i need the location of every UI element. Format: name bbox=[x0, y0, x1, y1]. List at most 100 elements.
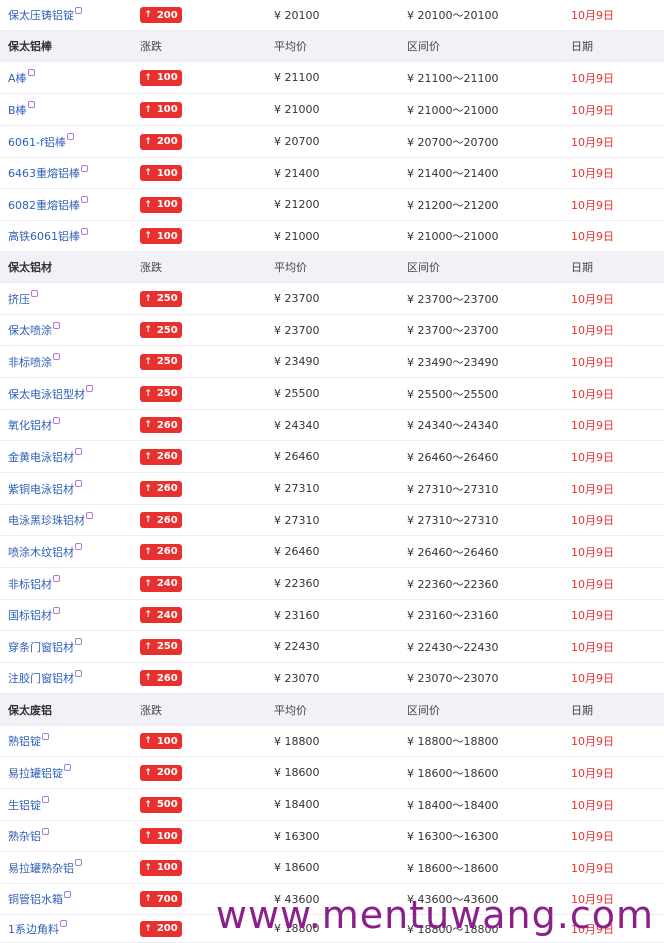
avg-column-header: 平均价 bbox=[274, 40, 307, 53]
product-name-cell[interactable]: A棒 bbox=[8, 62, 35, 93]
product-name-cell[interactable]: 注胶门窗铝材 bbox=[8, 663, 82, 693]
product-link[interactable]: 注胶门窗铝材 bbox=[8, 670, 74, 686]
product-name-cell[interactable]: 1系边角料 bbox=[8, 915, 67, 942]
product-name-cell[interactable]: 保太电泳铝型材 bbox=[8, 378, 93, 409]
product-name-cell[interactable]: 熟铝锭 bbox=[8, 726, 49, 756]
product-link[interactable]: 金黄电泳铝材 bbox=[8, 449, 74, 465]
product-name-cell[interactable]: 易拉罐铝锭 bbox=[8, 757, 71, 788]
product-link[interactable]: 易拉罐铝锭 bbox=[8, 765, 63, 781]
product-link[interactable]: 保太喷涂 bbox=[8, 322, 52, 338]
product-link[interactable]: B棒 bbox=[8, 102, 27, 118]
product-name-cell[interactable]: 氧化铝材 bbox=[8, 410, 60, 440]
vip-icon bbox=[64, 764, 71, 771]
range-price: ¥ 16300～16300 bbox=[407, 830, 499, 843]
table-row: 金黄电泳铝材 ↑ 260 ¥ 26460 ¥ 26460～26460 10月9日 bbox=[0, 441, 664, 473]
up-arrow-icon: ↑ bbox=[144, 673, 152, 683]
section-title: 保太铝棒 bbox=[8, 40, 52, 53]
product-link[interactable]: 易拉罐熟杂铝 bbox=[8, 860, 74, 876]
product-name-cell[interactable]: 6463重熔铝棒 bbox=[8, 158, 88, 188]
product-link[interactable]: 紫铜电泳铝材 bbox=[8, 481, 74, 497]
product-name-cell[interactable]: 紫铜电泳铝材 bbox=[8, 473, 82, 504]
avg-price: ¥ 26460 bbox=[274, 450, 320, 463]
product-link[interactable]: 生铝锭 bbox=[8, 797, 41, 813]
change-value: 100 bbox=[156, 862, 178, 873]
product-name-cell[interactable]: 生铝锭 bbox=[8, 789, 49, 820]
product-link[interactable]: 6463重熔铝棒 bbox=[8, 165, 80, 181]
product-name-cell[interactable]: 铜管铝水箱 bbox=[8, 884, 71, 914]
table-row: 国标铝材 ↑ 240 ¥ 23160 ¥ 23160～23160 10月9日 bbox=[0, 600, 664, 631]
product-name-cell[interactable]: 6061-f铝棒 bbox=[8, 126, 74, 157]
product-link[interactable]: A棒 bbox=[8, 70, 27, 86]
change-badge: ↑ 250 bbox=[140, 638, 182, 655]
table-row: 非标喷涂 ↑ 250 ¥ 23490 ¥ 23490～23490 10月9日 bbox=[0, 346, 664, 378]
product-name-cell[interactable]: B棒 bbox=[8, 94, 35, 125]
product-name-cell[interactable]: 金黄电泳铝材 bbox=[8, 441, 82, 472]
up-arrow-icon: ↑ bbox=[144, 451, 152, 462]
change-cell: ↑ 260 bbox=[140, 663, 182, 693]
change-badge: ↑ 200 bbox=[140, 764, 182, 781]
vip-icon bbox=[75, 6, 82, 14]
up-arrow-icon: ↑ bbox=[144, 767, 152, 778]
avg-price: ¥ 21100 bbox=[274, 71, 320, 84]
product-name-cell[interactable]: 喷涂木纹铝材 bbox=[8, 536, 82, 567]
product-link[interactable]: 非标铝材 bbox=[8, 576, 52, 592]
product-link[interactable]: 喷涂木纹铝材 bbox=[8, 544, 74, 560]
product-name-cell[interactable]: 高铁6061铝棒 bbox=[8, 221, 88, 251]
product-name-cell[interactable]: 保太喷涂 bbox=[8, 315, 60, 345]
up-arrow-icon: ↑ bbox=[144, 168, 152, 178]
change-cell: ↑ 250 bbox=[140, 283, 182, 314]
change-cell: ↑ 260 bbox=[140, 473, 182, 504]
product-name-cell[interactable]: 国标铝材 bbox=[8, 600, 60, 630]
product-link[interactable]: 熟铝锭 bbox=[8, 733, 41, 749]
product-link[interactable]: 电泳黑珍珠铝材 bbox=[8, 512, 85, 528]
range-price: ¥ 18600～18600 bbox=[407, 766, 499, 780]
change-badge: ↑ 250 bbox=[140, 290, 182, 307]
product-link[interactable]: 铜管铝水箱 bbox=[8, 891, 63, 907]
change-badge: ↑ 100 bbox=[140, 165, 182, 181]
product-name-cell[interactable]: 易拉罐熟杂铝 bbox=[8, 852, 82, 883]
product-link[interactable]: 挤压 bbox=[8, 291, 30, 307]
product-name-cell[interactable]: 非标铝材 bbox=[8, 568, 60, 599]
avg-price: ¥ 25500 bbox=[274, 387, 320, 400]
change-cell: ↑ 260 bbox=[140, 505, 182, 535]
change-cell: ↑ 260 bbox=[140, 441, 182, 472]
product-link[interactable]: 保太压铸铝锭 bbox=[8, 7, 74, 23]
price-date: 10月9日 bbox=[571, 230, 614, 243]
product-name-cell[interactable]: 6082重熔铝棒 bbox=[8, 189, 88, 220]
avg-column-header: 平均价 bbox=[274, 703, 307, 717]
product-link[interactable]: 1系边角料 bbox=[8, 921, 59, 937]
table-row: 保太电泳铝型材 ↑ 250 ¥ 25500 ¥ 25500～25500 10月9日 bbox=[0, 378, 664, 410]
product-link[interactable]: 国标铝材 bbox=[8, 607, 52, 623]
date-column-header: 日期 bbox=[571, 703, 593, 717]
change-cell: ↑ 100 bbox=[140, 221, 182, 251]
change-cell: ↑ 260 bbox=[140, 536, 182, 567]
table-row: 挤压 ↑ 250 ¥ 23700 ¥ 23700～23700 10月9日 bbox=[0, 283, 664, 315]
product-link[interactable]: 熟杂铝 bbox=[8, 828, 41, 844]
product-link[interactable]: 6082重熔铝棒 bbox=[8, 197, 80, 213]
product-name-cell[interactable]: 穿条门窗铝材 bbox=[8, 631, 82, 662]
product-name-cell[interactable]: 熟杂铝 bbox=[8, 821, 49, 851]
product-name-cell[interactable]: 挤压 bbox=[8, 283, 38, 314]
change-value: 100 bbox=[156, 230, 178, 242]
change-badge: ↑ 240 bbox=[140, 575, 182, 592]
range-price: ¥ 21100～21100 bbox=[407, 71, 499, 85]
change-value: 260 bbox=[156, 546, 178, 557]
range-price: ¥ 18400～18400 bbox=[407, 798, 499, 812]
product-link[interactable]: 6061-f铝棒 bbox=[8, 134, 66, 150]
price-date: 10月9日 bbox=[571, 355, 614, 369]
price-date: 10月9日 bbox=[571, 167, 614, 180]
vip-icon bbox=[42, 827, 49, 835]
change-badge: ↑ 260 bbox=[140, 448, 182, 465]
product-name-cell[interactable]: 电泳黑珍珠铝材 bbox=[8, 505, 93, 535]
vip-icon bbox=[53, 353, 60, 360]
product-link[interactable]: 氧化铝材 bbox=[8, 417, 52, 433]
product-link[interactable]: 保太电泳铝型材 bbox=[8, 386, 85, 402]
product-link[interactable]: 穿条门窗铝材 bbox=[8, 639, 74, 655]
product-link[interactable]: 高铁6061铝棒 bbox=[8, 228, 80, 244]
product-link[interactable]: 非标喷涂 bbox=[8, 354, 52, 370]
change-badge: ↑ 260 bbox=[140, 670, 182, 686]
product-name-cell[interactable]: 非标喷涂 bbox=[8, 346, 60, 377]
table-row: 电泳黑珍珠铝材 ↑ 260 ¥ 27310 ¥ 27310～27310 10月9日 bbox=[0, 505, 664, 536]
vip-icon bbox=[81, 227, 88, 235]
product-name-cell[interactable]: 保太压铸铝锭 bbox=[8, 0, 82, 30]
